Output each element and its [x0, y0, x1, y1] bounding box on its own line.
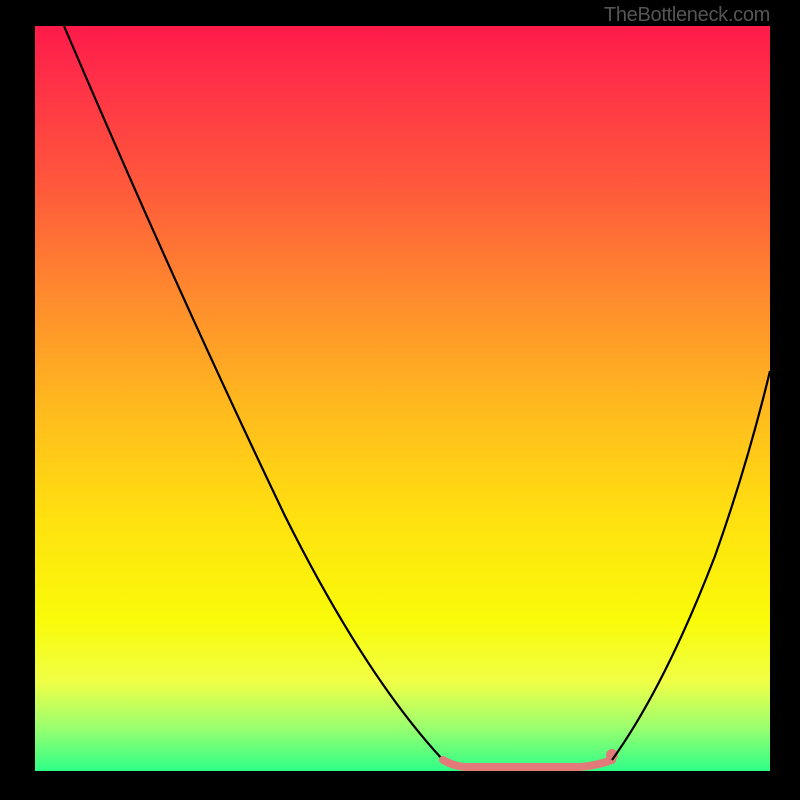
plot-area: [35, 26, 770, 771]
left-curve: [64, 26, 443, 760]
bottleneck-curve: [35, 26, 770, 771]
watermark-text: TheBottleneck.com: [604, 4, 770, 27]
trough-segment: [443, 760, 612, 767]
chart-frame: TheBottleneck.com: [0, 0, 800, 800]
right-curve: [612, 371, 770, 760]
